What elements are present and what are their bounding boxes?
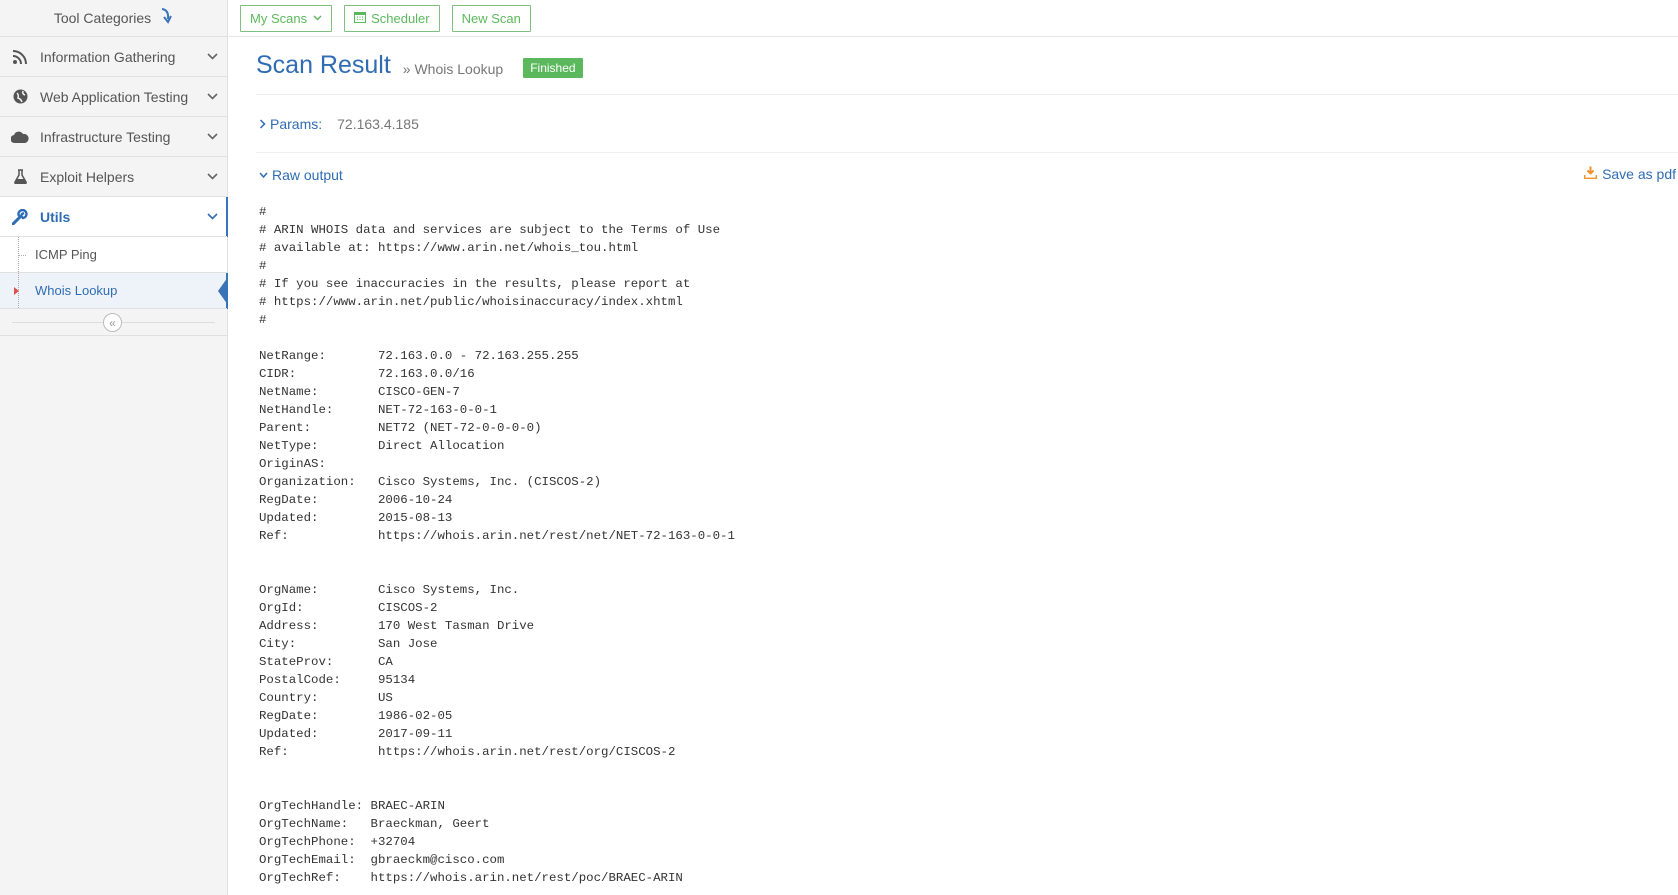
chevron-down-icon xyxy=(259,172,268,179)
page-title: Scan Result xyxy=(256,51,391,79)
sidebar-item-label: Information Gathering xyxy=(40,48,176,65)
chevron-down-icon xyxy=(313,13,322,24)
params-toggle[interactable]: Params: xyxy=(259,116,322,132)
calendar-icon xyxy=(354,11,367,26)
my-scans-button[interactable]: My Scans xyxy=(240,4,333,32)
active-pointer-icon xyxy=(218,277,228,305)
status-badge: Finished xyxy=(523,57,583,78)
sidebar-subitem-label: Whois Lookup xyxy=(35,283,118,298)
sidebar-subitem-label: ICMP Ping xyxy=(35,247,97,262)
save-as-pdf-label: Save as pdf xyxy=(1602,166,1676,182)
sidebar-item-label: Infrastructure Testing xyxy=(40,128,171,145)
breadcrumb: » Whois Lookup xyxy=(402,60,504,77)
sidebar-subitem-whois-lookup[interactable]: Whois Lookup xyxy=(0,272,228,309)
chevron-down-icon xyxy=(197,213,227,220)
params-value: 72.163.4.185 xyxy=(337,115,419,132)
raw-output-row: Raw output Save as pdf xyxy=(256,153,1678,197)
sidebar-item-exploit-helpers[interactable]: Exploit Helpers xyxy=(0,156,227,196)
sidebar-header-label: Tool Categories xyxy=(53,10,152,26)
raw-output-toggle[interactable]: Raw output xyxy=(259,167,343,183)
raw-output-label: Raw output xyxy=(272,167,343,183)
flask-icon xyxy=(0,169,40,184)
rss-icon xyxy=(0,49,40,64)
download-icon xyxy=(1583,166,1598,182)
sidebar-item-information-gathering[interactable]: Information Gathering xyxy=(0,36,227,76)
sidebar-collapse-row: « xyxy=(0,308,227,336)
chevron-right-icon xyxy=(259,118,266,129)
chevron-down-icon xyxy=(197,93,227,100)
globe-icon xyxy=(0,89,40,104)
sidebar-subitem-icmp-ping[interactable]: ICMP Ping xyxy=(0,236,227,272)
sidebar-item-label: Exploit Helpers xyxy=(40,168,135,185)
new-scan-button[interactable]: New Scan xyxy=(451,4,531,32)
params-label: Params: xyxy=(270,115,323,132)
chevron-down-icon xyxy=(197,133,227,140)
sidebar-item-infrastructure-testing[interactable]: Infrastructure Testing xyxy=(0,116,227,156)
chevron-down-icon xyxy=(197,173,227,180)
sidebar-item-label: Web Application Testing xyxy=(40,88,189,105)
params-row: Params: 72.163.4.185 xyxy=(256,95,1678,153)
save-as-pdf-link[interactable]: Save as pdf xyxy=(1583,166,1676,182)
chevron-down-icon xyxy=(197,53,227,60)
main-content: Scan Result » Whois Lookup Finished Para… xyxy=(229,37,1678,895)
cloud-icon xyxy=(0,131,40,143)
sidebar-item-label: Utils xyxy=(40,208,71,225)
scheduler-label: Scheduler xyxy=(371,10,430,26)
curved-arrow-down-icon xyxy=(159,7,173,29)
sidebar-item-utils[interactable]: Utils xyxy=(0,196,228,237)
active-bullet-icon xyxy=(14,287,19,295)
scheduler-button[interactable]: Scheduler xyxy=(344,4,440,32)
double-chevron-left-icon[interactable]: « xyxy=(103,313,122,332)
top-toolbar: My Scans Scheduler New Scan xyxy=(229,0,1678,37)
wrench-icon xyxy=(0,208,40,225)
sidebar-header: Tool Categories xyxy=(0,0,227,36)
sidebar-item-web-application-testing[interactable]: Web Application Testing xyxy=(0,76,227,116)
sidebar: Tool Categories Information Gathering We… xyxy=(0,0,228,895)
title-row: Scan Result » Whois Lookup Finished xyxy=(256,37,1678,95)
raw-output-text: # # ARIN WHOIS data and services are sub… xyxy=(259,205,735,885)
my-scans-label: My Scans xyxy=(250,10,308,26)
